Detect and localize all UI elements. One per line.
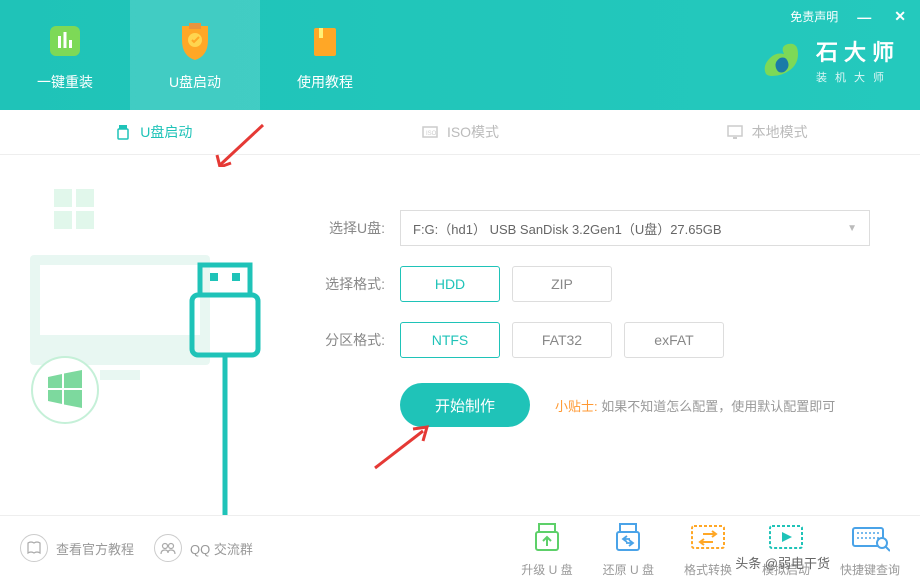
usb-select-dropdown[interactable]: F:G:（hd1） USB SanDisk 3.2Gen1（U盘）27.65GB [400, 210, 870, 246]
tool-label: 格式转换 [684, 561, 732, 578]
close-button[interactable]: ✕ [890, 8, 910, 25]
tool-format-convert[interactable]: 格式转换 [684, 519, 732, 578]
nav-reinstall[interactable]: 一键重装 [0, 0, 130, 110]
nav-label: 一键重装 [37, 72, 93, 92]
windows-badge-icon [30, 355, 100, 425]
book-circle-icon [20, 534, 48, 562]
bottom-links: 查看官方教程 QQ 交流群 [20, 534, 253, 562]
partition-option-fat32[interactable]: FAT32 [512, 322, 612, 358]
tool-shortcut-query[interactable]: 快捷键查询 [840, 519, 900, 578]
windows-decor-icon [50, 185, 100, 235]
tool-label: 还原 U 盘 [603, 561, 654, 578]
form-panel: 选择U盘: F:G:（hd1） USB SanDisk 3.2Gen1（U盘）2… [280, 155, 920, 515]
start-create-button[interactable]: 开始制作 [400, 383, 530, 427]
usb-icon [114, 123, 132, 141]
app-header: 免责声明 — ✕ 一键重装 U盘启动 使用教程 石大师 装机大师 [0, 0, 920, 110]
partition-option-ntfs[interactable]: NTFS [400, 322, 500, 358]
nav-usb-boot[interactable]: U盘启动 [130, 0, 260, 110]
book-icon [303, 19, 348, 64]
format-option-hdd[interactable]: HDD [400, 266, 500, 302]
svg-text:ISO: ISO [426, 131, 437, 137]
tab-label: 本地模式 [752, 122, 808, 142]
tutorial-link[interactable]: 查看官方教程 [20, 534, 134, 562]
minimize-button[interactable]: — [853, 9, 875, 25]
simulate-boot-icon [766, 519, 806, 555]
format-convert-icon [688, 519, 728, 555]
brand-logo: 石大师 装机大师 [756, 35, 900, 85]
window-controls: 免责声明 — ✕ [790, 8, 910, 25]
reinstall-icon [43, 19, 88, 64]
watermark: 头条 @弱电干货 [735, 553, 830, 572]
main-content: 选择U盘: F:G:（hd1） USB SanDisk 3.2Gen1（U盘）2… [0, 155, 920, 515]
tip-text: 小贴士: 如果不知道怎么配置，使用默认配置即可 [555, 396, 835, 415]
partition-row: 分区格式: NTFS FAT32 exFAT [310, 322, 890, 358]
nav-label: 使用教程 [297, 72, 353, 92]
decoration-panel [0, 155, 280, 515]
nav-label: U盘启动 [169, 72, 221, 92]
qq-group-link[interactable]: QQ 交流群 [154, 534, 253, 562]
format-option-zip[interactable]: ZIP [512, 266, 612, 302]
usb-select-label: 选择U盘: [310, 218, 385, 238]
format-row: 选择格式: HDD ZIP [310, 266, 890, 302]
logo-icon [756, 36, 804, 84]
disclaimer-link[interactable]: 免责声明 [790, 8, 838, 25]
tab-local-mode[interactable]: 本地模式 [613, 110, 920, 154]
keyboard-search-icon [850, 519, 890, 555]
tab-label: ISO模式 [447, 122, 499, 142]
tip-content: 如果不知道怎么配置，使用默认配置即可 [601, 399, 835, 414]
tool-label: 升级 U 盘 [521, 561, 572, 578]
red-arrow-2-icon [365, 423, 435, 473]
tip-label: 小贴士: [555, 399, 598, 414]
bottom-tools: 升级 U 盘 还原 U 盘 格式转换 模拟启动 快捷键查询 [521, 519, 900, 578]
restore-usb-icon [608, 519, 648, 555]
brand-subtitle: 装机大师 [816, 69, 900, 85]
tool-label: 快捷键查询 [840, 561, 900, 578]
mode-tabs: U盘启动 ISO ISO模式 本地模式 [0, 110, 920, 155]
monitor-icon [726, 123, 744, 141]
red-arrow-1-icon [215, 117, 275, 167]
usb-select-value: F:G:（hd1） USB SanDisk 3.2Gen1（U盘）27.65GB [413, 219, 722, 238]
usb-cable-icon [180, 255, 270, 515]
upgrade-usb-icon [527, 519, 567, 555]
tab-label: U盘启动 [140, 122, 192, 142]
usb-shield-icon [173, 19, 218, 64]
tool-restore-usb[interactable]: 还原 U 盘 [603, 519, 654, 578]
usb-select-row: 选择U盘: F:G:（hd1） USB SanDisk 3.2Gen1（U盘）2… [310, 210, 890, 246]
tab-iso-mode[interactable]: ISO ISO模式 [307, 110, 614, 154]
tool-upgrade-usb[interactable]: 升级 U 盘 [521, 519, 572, 578]
link-label: QQ 交流群 [190, 539, 253, 558]
partition-option-exfat[interactable]: exFAT [624, 322, 724, 358]
link-label: 查看官方教程 [56, 539, 134, 558]
partition-label: 分区格式: [310, 330, 385, 350]
iso-icon: ISO [421, 123, 439, 141]
brand-name: 石大师 [816, 35, 900, 67]
nav-tutorial[interactable]: 使用教程 [260, 0, 390, 110]
people-circle-icon [154, 534, 182, 562]
format-label: 选择格式: [310, 274, 385, 294]
